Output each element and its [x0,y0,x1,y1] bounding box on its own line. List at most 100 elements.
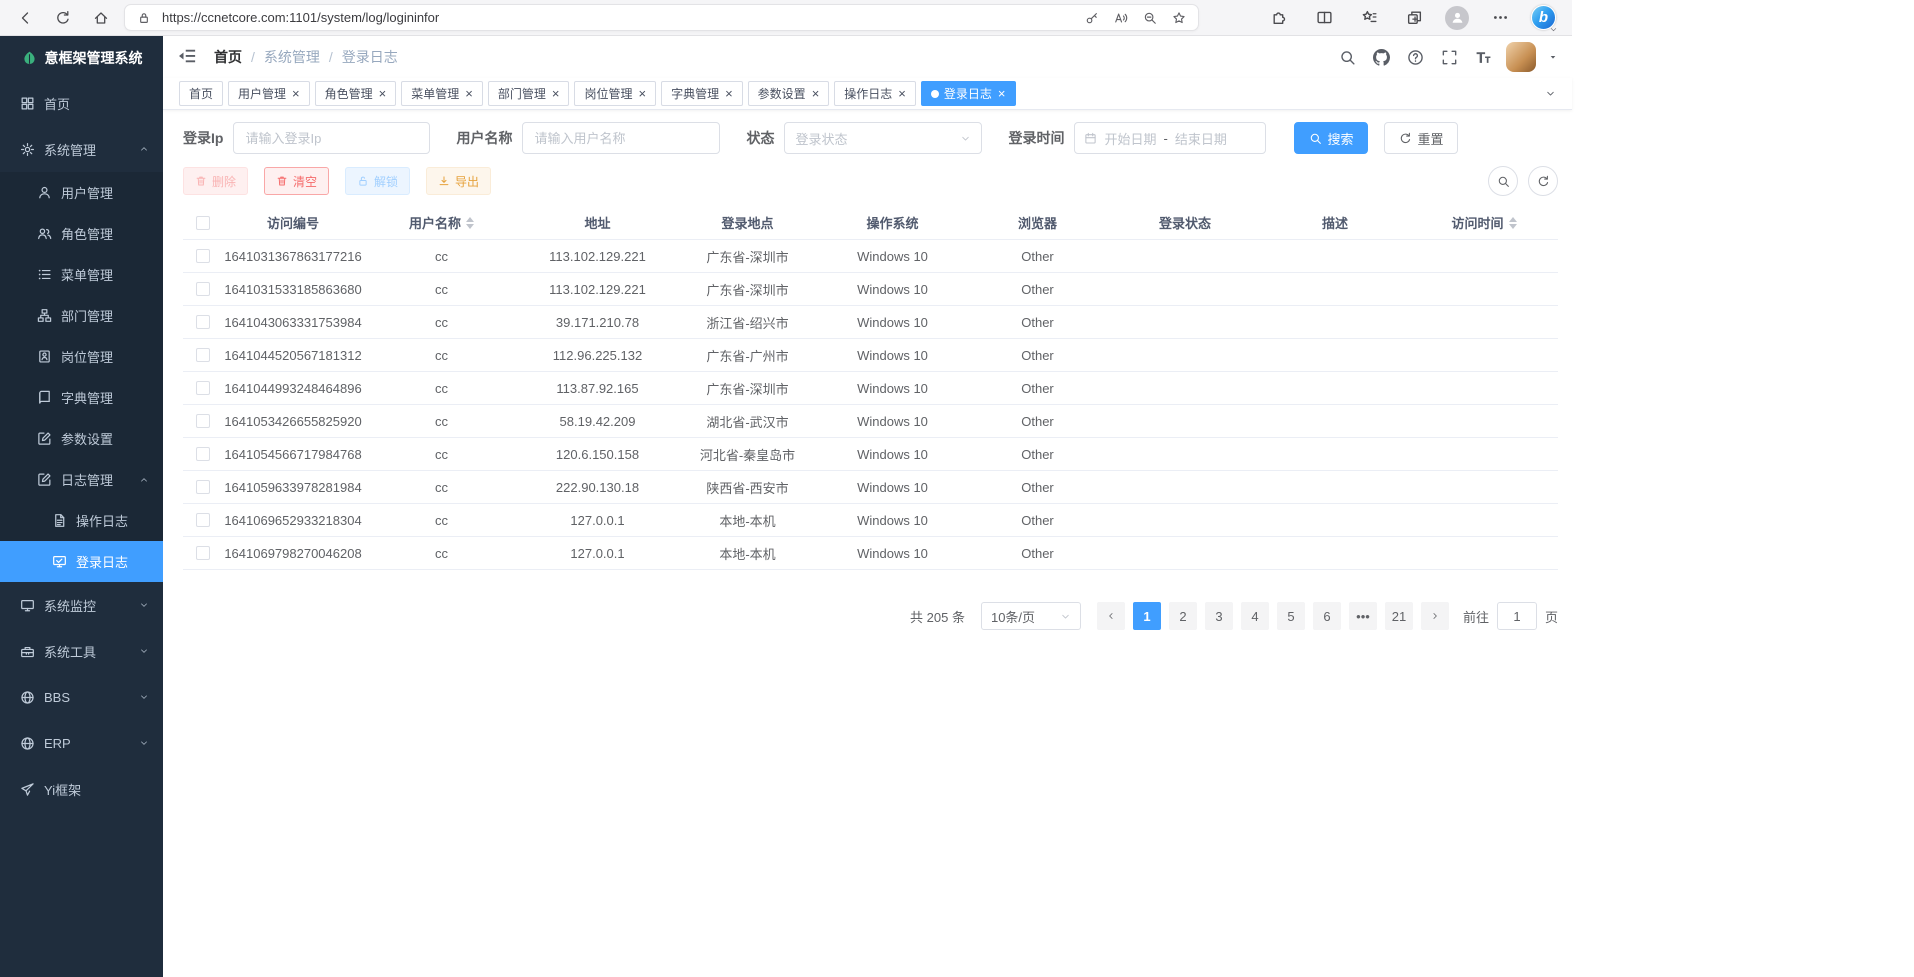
reset-button[interactable]: 重置 [1384,122,1458,154]
address-bar[interactable]: https://ccnetcore.com:1101/system/log/lo… [124,4,1199,31]
sidebar-item-参数设置[interactable]: 参数设置 [0,418,163,459]
page-button-2[interactable]: 2 [1169,602,1197,630]
row-checkbox[interactable] [196,348,210,362]
extensions-icon[interactable] [1265,4,1293,32]
row-checkbox[interactable] [196,414,210,428]
sidebar-item-系统工具[interactable]: 系统工具 [0,628,163,674]
font-size-icon[interactable] [1472,46,1494,68]
tab-close-icon[interactable]: × [292,87,300,100]
tab-角色管理[interactable]: 角色管理× [315,81,397,106]
tab-close-icon[interactable]: × [379,87,387,100]
tab-岗位管理[interactable]: 岗位管理× [574,81,656,106]
tab-部门管理[interactable]: 部门管理× [488,81,570,106]
sidebar-item-系统管理[interactable]: 系统管理 [0,126,163,172]
sort-caret-icon[interactable] [1509,213,1517,233]
zoom-out-icon[interactable] [1139,7,1161,29]
favorite-star-icon[interactable] [1168,7,1190,29]
next-page-button[interactable] [1421,602,1449,630]
tab-close-icon[interactable]: × [725,87,733,100]
sidebar-item-用户管理[interactable]: 用户管理 [0,172,163,213]
row-checkbox[interactable] [196,480,210,494]
sidebar-item-ERP[interactable]: ERP [0,720,163,766]
page-button-1[interactable]: 1 [1133,602,1161,630]
help-icon[interactable] [1404,46,1426,68]
delete-button[interactable]: 删除 [183,167,248,195]
tab-登录日志[interactable]: 登录日志× [921,81,1016,106]
back-button[interactable] [10,4,40,32]
sort-caret-icon[interactable] [466,213,474,233]
login-ip-input[interactable] [233,122,430,154]
row-checkbox[interactable] [196,513,210,527]
read-aloud-icon[interactable] [1110,7,1132,29]
unlock-button[interactable]: 解锁 [345,167,410,195]
sidebar-item-BBS[interactable]: BBS [0,674,163,720]
column-header-访问时间[interactable]: 访问时间 [1410,213,1558,233]
sidebar-item-菜单管理[interactable]: 菜单管理 [0,254,163,295]
tab-字典管理[interactable]: 字典管理× [661,81,743,106]
page-button-4[interactable]: 4 [1241,602,1269,630]
avatar-caret-icon[interactable] [1548,52,1558,62]
tab-菜单管理[interactable]: 菜单管理× [401,81,483,106]
header-search-icon[interactable] [1336,46,1358,68]
tab-close-icon[interactable]: × [998,87,1006,100]
sidebar-item-Yi框架[interactable]: Yi框架 [0,766,163,812]
goto-page-input[interactable] [1497,602,1537,630]
favorites-bar-icon[interactable] [1355,4,1383,32]
user-avatar[interactable] [1506,42,1536,72]
github-icon[interactable] [1370,46,1392,68]
sidebar-item-首页[interactable]: 首页 [0,80,163,126]
refresh-button[interactable] [48,4,78,32]
tab-close-icon[interactable]: × [812,87,820,100]
sidebar-item-岗位管理[interactable]: 岗位管理 [0,336,163,377]
sidebar-item-日志管理[interactable]: 日志管理 [0,459,163,500]
column-header-用户名称[interactable]: 用户名称 [363,213,520,233]
tab-close-icon[interactable]: × [638,87,646,100]
sidebar-item-部门管理[interactable]: 部门管理 [0,295,163,336]
export-button[interactable]: 导出 [426,167,491,195]
sidebar-item-字典管理[interactable]: 字典管理 [0,377,163,418]
page-button-3[interactable]: 3 [1205,602,1233,630]
breadcrumb-item-首页[interactable]: 首页 [214,47,242,67]
breadcrumb-item-系统管理[interactable]: 系统管理 [264,47,320,67]
toggle-search-button[interactable] [1488,166,1518,196]
tabs-more-icon[interactable] [1545,88,1556,99]
sidebar-item-登录日志[interactable]: 登录日志 [0,541,163,582]
home-button[interactable] [86,4,116,32]
sidebar-item-系统监控[interactable]: 系统监控 [0,582,163,628]
sidebar-item-操作日志[interactable]: 操作日志 [0,500,163,541]
tab-操作日志[interactable]: 操作日志× [834,81,916,106]
page-size-select[interactable]: 10条/页 [981,602,1081,630]
row-checkbox[interactable] [196,249,210,263]
url-text[interactable]: https://ccnetcore.com:1101/system/log/lo… [162,10,1074,25]
user-name-input[interactable] [522,122,720,154]
browser-menu-icon[interactable] [1486,4,1514,32]
row-checkbox[interactable] [196,282,210,296]
tab-用户管理[interactable]: 用户管理× [228,81,310,106]
date-range-picker[interactable]: 开始日期 - 结束日期 [1074,122,1266,154]
browser-profile-icon[interactable] [1445,6,1469,30]
page-button-6[interactable]: 6 [1313,602,1341,630]
search-button[interactable]: 搜索 [1294,122,1368,154]
page-button-21[interactable]: 21 [1385,602,1413,630]
row-checkbox[interactable] [196,447,210,461]
split-screen-icon[interactable] [1310,4,1338,32]
collections-icon[interactable] [1400,4,1428,32]
select-all-checkbox[interactable] [196,216,210,230]
tab-close-icon[interactable]: × [898,87,906,100]
tab-close-icon[interactable]: × [465,87,473,100]
row-checkbox[interactable] [196,315,210,329]
row-checkbox[interactable] [196,546,210,560]
password-key-icon[interactable] [1081,7,1103,29]
refresh-table-button[interactable] [1528,166,1558,196]
prev-page-button[interactable] [1097,602,1125,630]
clear-button[interactable]: 清空 [264,167,329,195]
tab-close-icon[interactable]: × [552,87,560,100]
sidebar-item-角色管理[interactable]: 角色管理 [0,213,163,254]
row-checkbox[interactable] [196,381,210,395]
page-more-button[interactable]: ••• [1349,602,1377,630]
collapse-sidebar-icon[interactable] [177,46,199,68]
tab-首页[interactable]: 首页 [179,81,223,106]
fullscreen-icon[interactable] [1438,46,1460,68]
page-button-5[interactable]: 5 [1277,602,1305,630]
status-select[interactable]: 登录状态 [784,122,982,154]
